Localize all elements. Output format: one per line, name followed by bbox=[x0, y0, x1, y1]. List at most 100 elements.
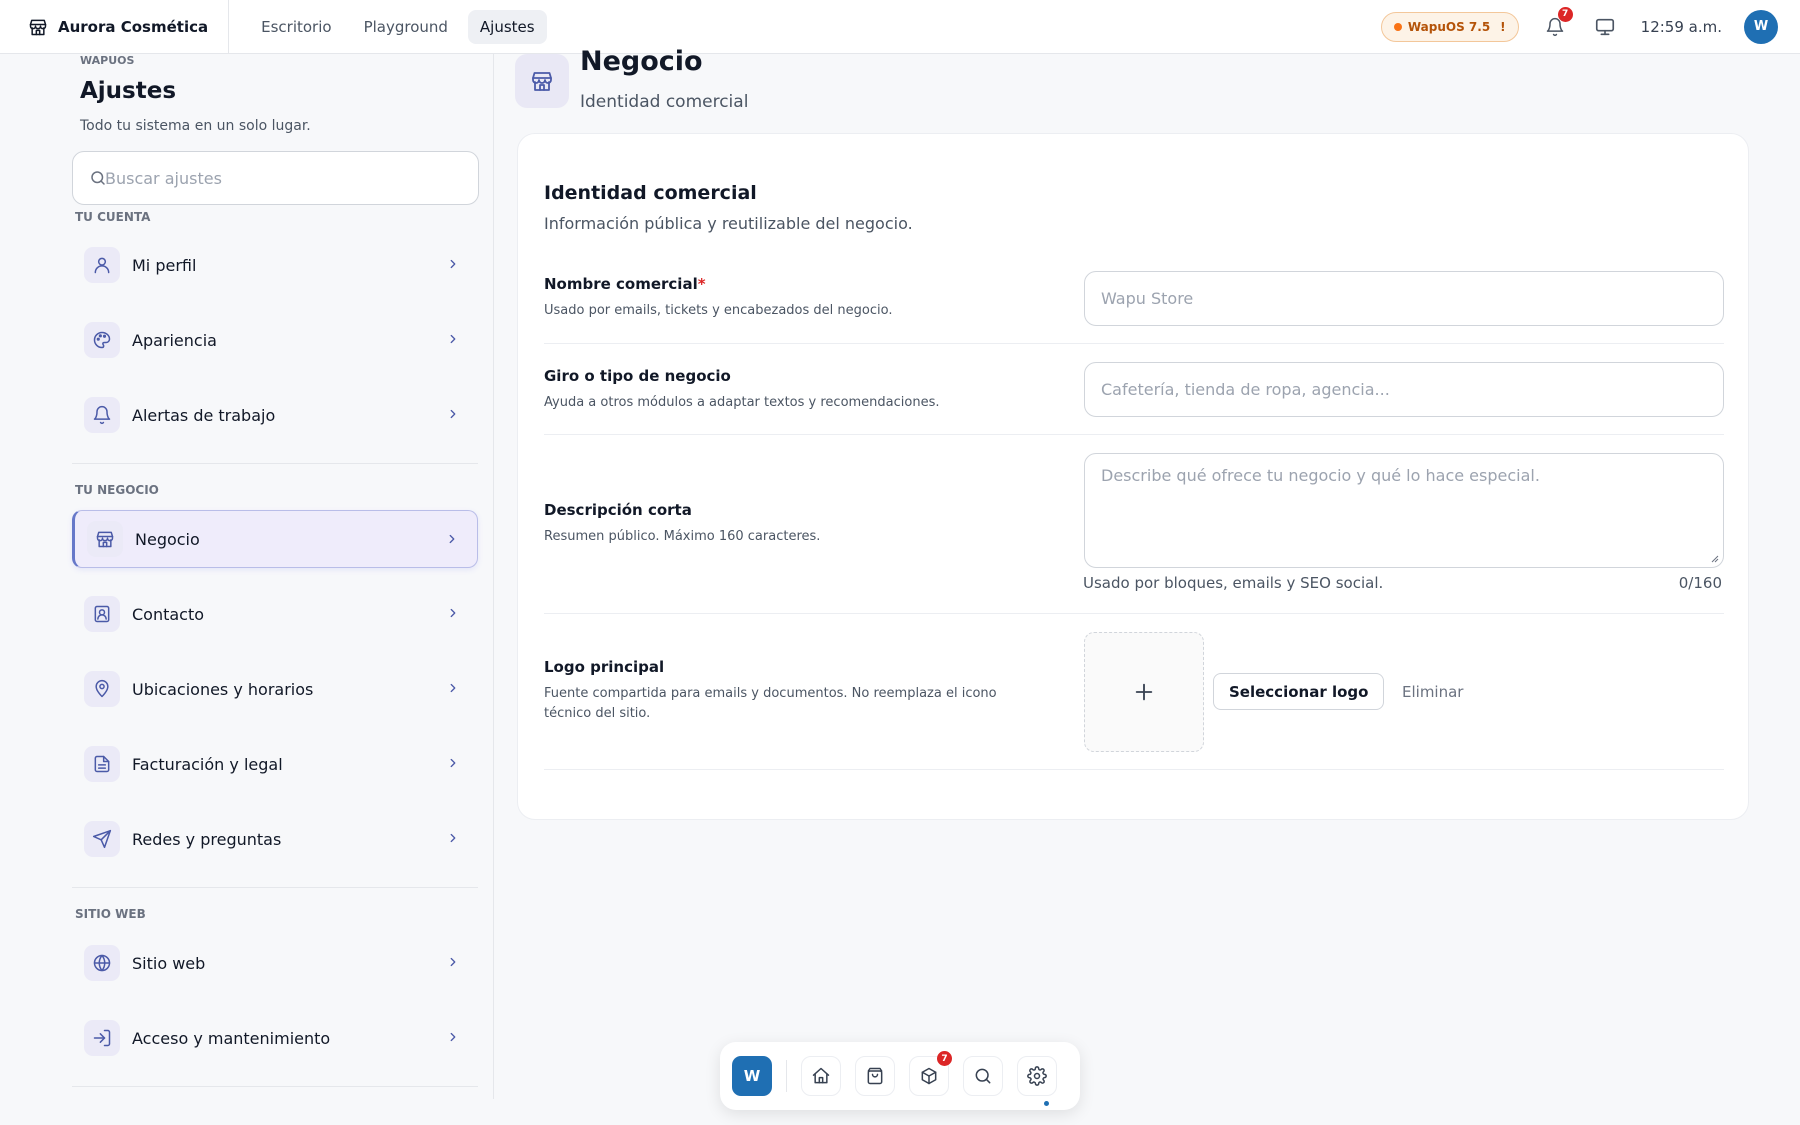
sidebar-item-apariencia[interactable]: Apariencia bbox=[72, 311, 478, 369]
required-mark: * bbox=[697, 275, 706, 293]
page-subtitle: Identidad comercial bbox=[580, 92, 749, 112]
dock-settings-button[interactable] bbox=[1017, 1056, 1057, 1096]
sidebar-divider bbox=[72, 887, 478, 888]
products-badge: 7 bbox=[937, 1051, 952, 1066]
field-label-nombre: Nombre comercial* bbox=[544, 275, 706, 293]
sidebar-item-label: Redes y preguntas bbox=[132, 829, 282, 849]
dock-search-button[interactable] bbox=[963, 1056, 1003, 1096]
sidebar-item-label: Sitio web bbox=[132, 953, 206, 973]
bottom-dock: W 7 bbox=[720, 1042, 1080, 1110]
sidebar-item-ubicaciones[interactable]: Ubicaciones y horarios bbox=[72, 660, 478, 718]
box-icon bbox=[919, 1066, 939, 1086]
resize-grip-icon[interactable] bbox=[1709, 553, 1719, 563]
descripcion-hint: Usado por bloques, emails y SEO social. bbox=[1083, 574, 1384, 592]
home-icon bbox=[811, 1066, 831, 1086]
dock-app-button[interactable]: W bbox=[732, 1056, 772, 1096]
chevron-right-icon bbox=[446, 831, 460, 845]
sidebar-item-label: Apariencia bbox=[132, 330, 217, 350]
row-divider bbox=[544, 769, 1724, 770]
chevron-right-icon bbox=[446, 756, 460, 770]
palette-icon bbox=[84, 322, 120, 358]
dock-home-button[interactable] bbox=[801, 1056, 841, 1096]
nombre-comercial-input[interactable] bbox=[1101, 289, 1707, 308]
sidebar-item-contacto[interactable]: Contacto bbox=[72, 585, 478, 643]
sidebar-item-mi-perfil[interactable]: Mi perfil bbox=[72, 236, 478, 294]
top-nav: Escritorio Playground Ajustes bbox=[249, 9, 547, 44]
sidebar-item-label: Alertas de trabajo bbox=[132, 405, 276, 425]
login-icon bbox=[84, 1020, 120, 1056]
sidebar-item-redes[interactable]: Redes y preguntas bbox=[72, 810, 478, 868]
sidebar-divider bbox=[72, 463, 478, 464]
avatar[interactable]: W bbox=[1744, 9, 1778, 44]
contact-icon bbox=[84, 596, 120, 632]
bell-icon bbox=[84, 397, 120, 433]
field-help-giro: Ayuda a otros módulos a adaptar textos y… bbox=[544, 395, 940, 410]
version-badge[interactable]: WapuOS 7.5 ! bbox=[1380, 11, 1519, 42]
document-icon bbox=[84, 746, 120, 782]
section-tu-negocio: TU NEGOCIO bbox=[75, 483, 159, 497]
tab-ajustes[interactable]: Ajustes bbox=[467, 9, 547, 44]
status-dot-icon bbox=[1393, 22, 1402, 31]
gear-icon bbox=[1027, 1066, 1047, 1086]
sidebar-eyebrow: WAPUOS bbox=[80, 54, 135, 67]
row-divider bbox=[544, 613, 1724, 614]
sidebar-item-negocio[interactable]: Negocio bbox=[72, 510, 478, 568]
sidebar-item-sitio-web[interactable]: Sitio web bbox=[72, 934, 478, 992]
field-help-descripcion: Resumen público. Máximo 160 caracteres. bbox=[544, 529, 821, 544]
map-pin-icon bbox=[84, 671, 120, 707]
dock-products-button[interactable]: 7 bbox=[909, 1051, 952, 1096]
sidebar-item-facturacion[interactable]: Facturación y legal bbox=[72, 735, 478, 793]
sidebar-item-label: Acceso y mantenimiento bbox=[132, 1028, 331, 1048]
delete-logo-button[interactable]: Eliminar bbox=[1392, 673, 1473, 710]
settings-search-input[interactable] bbox=[105, 168, 465, 188]
descripcion-textarea[interactable] bbox=[1101, 466, 1707, 556]
field-help-logo: Fuente compartida para emails y document… bbox=[544, 686, 997, 721]
display-button[interactable] bbox=[1591, 13, 1619, 41]
giro-input[interactable] bbox=[1101, 380, 1707, 399]
dock-shop-button[interactable] bbox=[855, 1056, 895, 1096]
version-label: WapuOS 7.5 bbox=[1407, 19, 1491, 34]
chevron-right-icon bbox=[446, 1030, 460, 1044]
sidebar-title: Ajustes bbox=[80, 78, 177, 104]
notifications-button[interactable]: 7 bbox=[1541, 6, 1573, 41]
globe-icon bbox=[84, 945, 120, 981]
store-icon bbox=[515, 54, 569, 108]
card-title: Identidad comercial bbox=[544, 182, 757, 204]
section-tu-cuenta: TU CUENTA bbox=[75, 210, 151, 224]
top-right-controls: WapuOS 7.5 ! 7 12:59 a.m. W bbox=[1380, 6, 1778, 44]
giro-field bbox=[1084, 362, 1724, 417]
chevron-right-icon bbox=[446, 332, 460, 346]
tab-escritorio[interactable]: Escritorio bbox=[249, 10, 343, 44]
field-label-descripcion: Descripción corta bbox=[544, 501, 692, 519]
section-sitio-web: SITIO WEB bbox=[75, 907, 146, 921]
bag-icon bbox=[865, 1066, 885, 1086]
sidebar-item-alertas[interactable]: Alertas de trabajo bbox=[72, 386, 478, 444]
search-icon bbox=[973, 1066, 993, 1086]
version-alert: ! bbox=[1500, 19, 1506, 34]
field-label-giro: Giro o tipo de negocio bbox=[544, 367, 731, 385]
brand[interactable]: Aurora Cosmética bbox=[28, 0, 230, 54]
sidebar-item-label: Negocio bbox=[135, 529, 200, 549]
identity-card: Identidad comercial Información pública … bbox=[517, 133, 1749, 820]
settings-search bbox=[72, 151, 479, 205]
page-title: Negocio bbox=[580, 46, 703, 77]
brand-name: Aurora Cosmética bbox=[58, 17, 209, 36]
logo-dropzone[interactable] bbox=[1084, 632, 1204, 752]
sidebar-item-acceso[interactable]: Acceso y mantenimiento bbox=[72, 1009, 478, 1067]
dock-active-indicator bbox=[1044, 1101, 1049, 1106]
settings-sidebar: WAPUOS Ajustes Todo tu sistema en un sol… bbox=[0, 54, 494, 1099]
select-logo-button[interactable]: Seleccionar logo bbox=[1213, 673, 1385, 710]
chevron-right-icon bbox=[446, 257, 460, 271]
descripcion-counter: 0/160 bbox=[1678, 574, 1722, 592]
chevron-right-icon bbox=[446, 407, 460, 421]
card-subtitle: Información pública y reutilizable del n… bbox=[544, 214, 913, 233]
top-bar: Aurora Cosmética Escritorio Playground A… bbox=[0, 0, 1800, 54]
user-icon bbox=[84, 247, 120, 283]
tab-playground[interactable]: Playground bbox=[352, 10, 460, 44]
monitor-icon bbox=[1594, 16, 1616, 38]
row-divider bbox=[544, 343, 1724, 344]
store-icon bbox=[28, 17, 48, 37]
dock-separator bbox=[786, 1060, 787, 1092]
chevron-right-icon bbox=[446, 681, 460, 695]
plus-icon bbox=[1133, 681, 1155, 703]
